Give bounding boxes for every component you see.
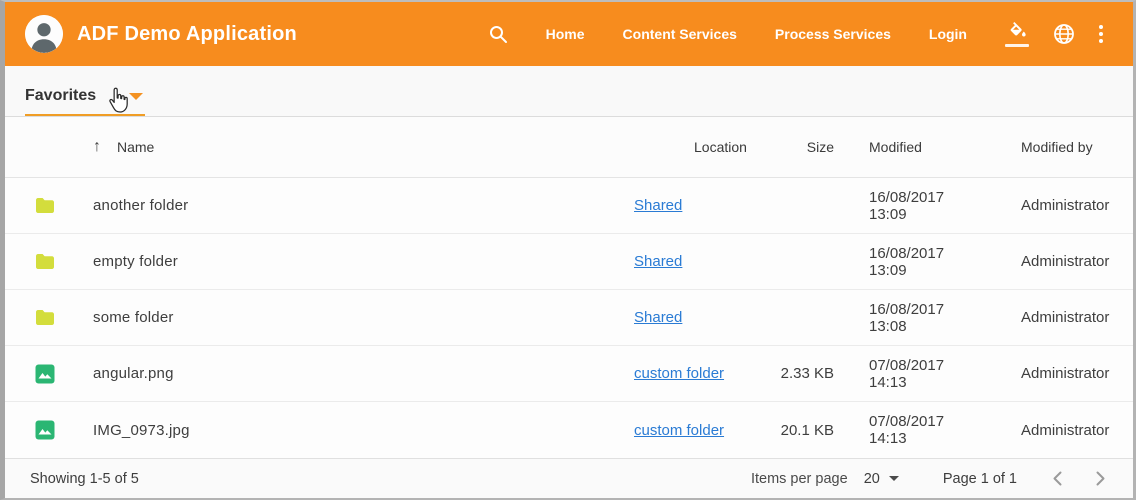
modified-date: 16/08/2017 13:09 — [834, 245, 979, 279]
folder-icon — [35, 253, 55, 270]
file-size: 2.33 KB — [774, 365, 834, 382]
folder-icon — [35, 197, 55, 214]
nav-home[interactable]: Home — [546, 26, 585, 42]
modified-date: 16/08/2017 13:08 — [834, 301, 979, 335]
column-header-name[interactable]: ↑ Name — [93, 138, 634, 156]
nav-process-services[interactable]: Process Services — [775, 26, 891, 42]
modified-by: Administrator — [979, 253, 1109, 270]
modified-by: Administrator — [979, 197, 1109, 214]
app-header: ADF Demo Application Home Content Servic… — [5, 2, 1133, 66]
pager-controls: Items per page 20 Page 1 of 1 — [751, 471, 1105, 487]
nav-content-services[interactable]: Content Services — [623, 26, 737, 42]
location-cell: custom folder — [634, 422, 774, 439]
location-link[interactable]: Shared — [634, 197, 682, 214]
modified-date: 07/08/2017 14:13 — [834, 357, 979, 391]
items-per-page-caret-icon — [889, 476, 899, 481]
file-name: empty folder — [93, 253, 634, 270]
paginator: Showing 1-5 of 5 Items per page 20 Page … — [5, 458, 1133, 498]
location-link[interactable]: Shared — [634, 253, 682, 270]
location-link[interactable]: custom folder — [634, 365, 724, 382]
file-type-cell — [35, 309, 93, 326]
app-title: ADF Demo Application — [77, 23, 297, 46]
language-globe-icon[interactable] — [1053, 23, 1075, 45]
table-header-row: ↑ Name Location Size Modified Modified b… — [5, 117, 1133, 178]
modified-date: 07/08/2017 14:13 — [834, 413, 979, 447]
file-type-cell — [35, 253, 93, 270]
column-header-modified[interactable]: Modified — [834, 139, 979, 155]
file-name: angular.png — [93, 365, 634, 382]
location-cell: Shared — [634, 309, 774, 326]
view-toolbar: Favorites — [5, 66, 1133, 117]
previous-page-icon[interactable] — [1053, 471, 1062, 486]
file-name: another folder — [93, 197, 634, 214]
person-icon — [25, 15, 63, 53]
appbar-icon-cluster — [1005, 22, 1103, 47]
favorites-dropdown[interactable]: Favorites — [25, 87, 145, 116]
table-row[interactable]: another folder Shared 16/08/2017 13:09 A… — [5, 178, 1133, 234]
theme-picker-icon[interactable] — [1005, 22, 1029, 47]
page-title: Favorites — [25, 87, 96, 105]
location-link[interactable]: Shared — [634, 309, 682, 326]
items-per-page-label: Items per page — [751, 471, 848, 487]
file-size: 20.1 KB — [774, 422, 834, 439]
more-menu-icon[interactable] — [1099, 25, 1103, 43]
file-type-cell — [35, 364, 93, 384]
items-per-page-select[interactable]: 20 — [864, 471, 899, 487]
appbar-nav: Home Content Services Process Services L… — [488, 22, 1103, 47]
table-row[interactable]: empty folder Shared 16/08/2017 13:09 Adm… — [5, 234, 1133, 290]
modified-by: Administrator — [979, 309, 1109, 326]
location-cell: Shared — [634, 253, 774, 270]
column-header-size[interactable]: Size — [774, 139, 834, 155]
location-cell: Shared — [634, 197, 774, 214]
page-nav — [1053, 471, 1105, 486]
image-icon — [35, 420, 55, 440]
table-row[interactable]: IMG_0973.jpg custom folder 20.1 KB 07/08… — [5, 402, 1133, 458]
app-window: ADF Demo Application Home Content Servic… — [0, 0, 1136, 500]
next-page-icon[interactable] — [1096, 471, 1105, 486]
file-type-cell — [35, 197, 93, 214]
column-header-location[interactable]: Location — [634, 139, 774, 155]
image-icon — [35, 364, 55, 384]
file-name: some folder — [93, 309, 634, 326]
table-row[interactable]: some folder Shared 16/08/2017 13:08 Admi… — [5, 290, 1133, 346]
modified-by: Administrator — [979, 422, 1109, 439]
folder-icon — [35, 309, 55, 326]
column-header-modified-by[interactable]: Modified by — [979, 139, 1109, 155]
search-icon[interactable] — [488, 24, 508, 44]
theme-underline — [1005, 44, 1029, 47]
showing-range-label: Showing 1-5 of 5 — [30, 471, 139, 487]
location-link[interactable]: custom folder — [634, 422, 724, 439]
nav-login[interactable]: Login — [929, 26, 967, 42]
file-name: IMG_0973.jpg — [93, 422, 634, 439]
document-list: ↑ Name Location Size Modified Modified b… — [5, 117, 1133, 458]
user-avatar[interactable] — [25, 15, 63, 53]
items-per-page-value: 20 — [864, 471, 880, 487]
dropdown-caret-icon — [129, 93, 143, 100]
table-row[interactable]: angular.png custom folder 2.33 KB 07/08/… — [5, 346, 1133, 402]
page-info-label: Page 1 of 1 — [943, 471, 1017, 487]
sort-ascending-icon: ↑ — [93, 138, 101, 156]
modified-by: Administrator — [979, 365, 1109, 382]
file-type-cell — [35, 420, 93, 440]
modified-date: 16/08/2017 13:09 — [834, 189, 979, 223]
location-cell: custom folder — [634, 365, 774, 382]
